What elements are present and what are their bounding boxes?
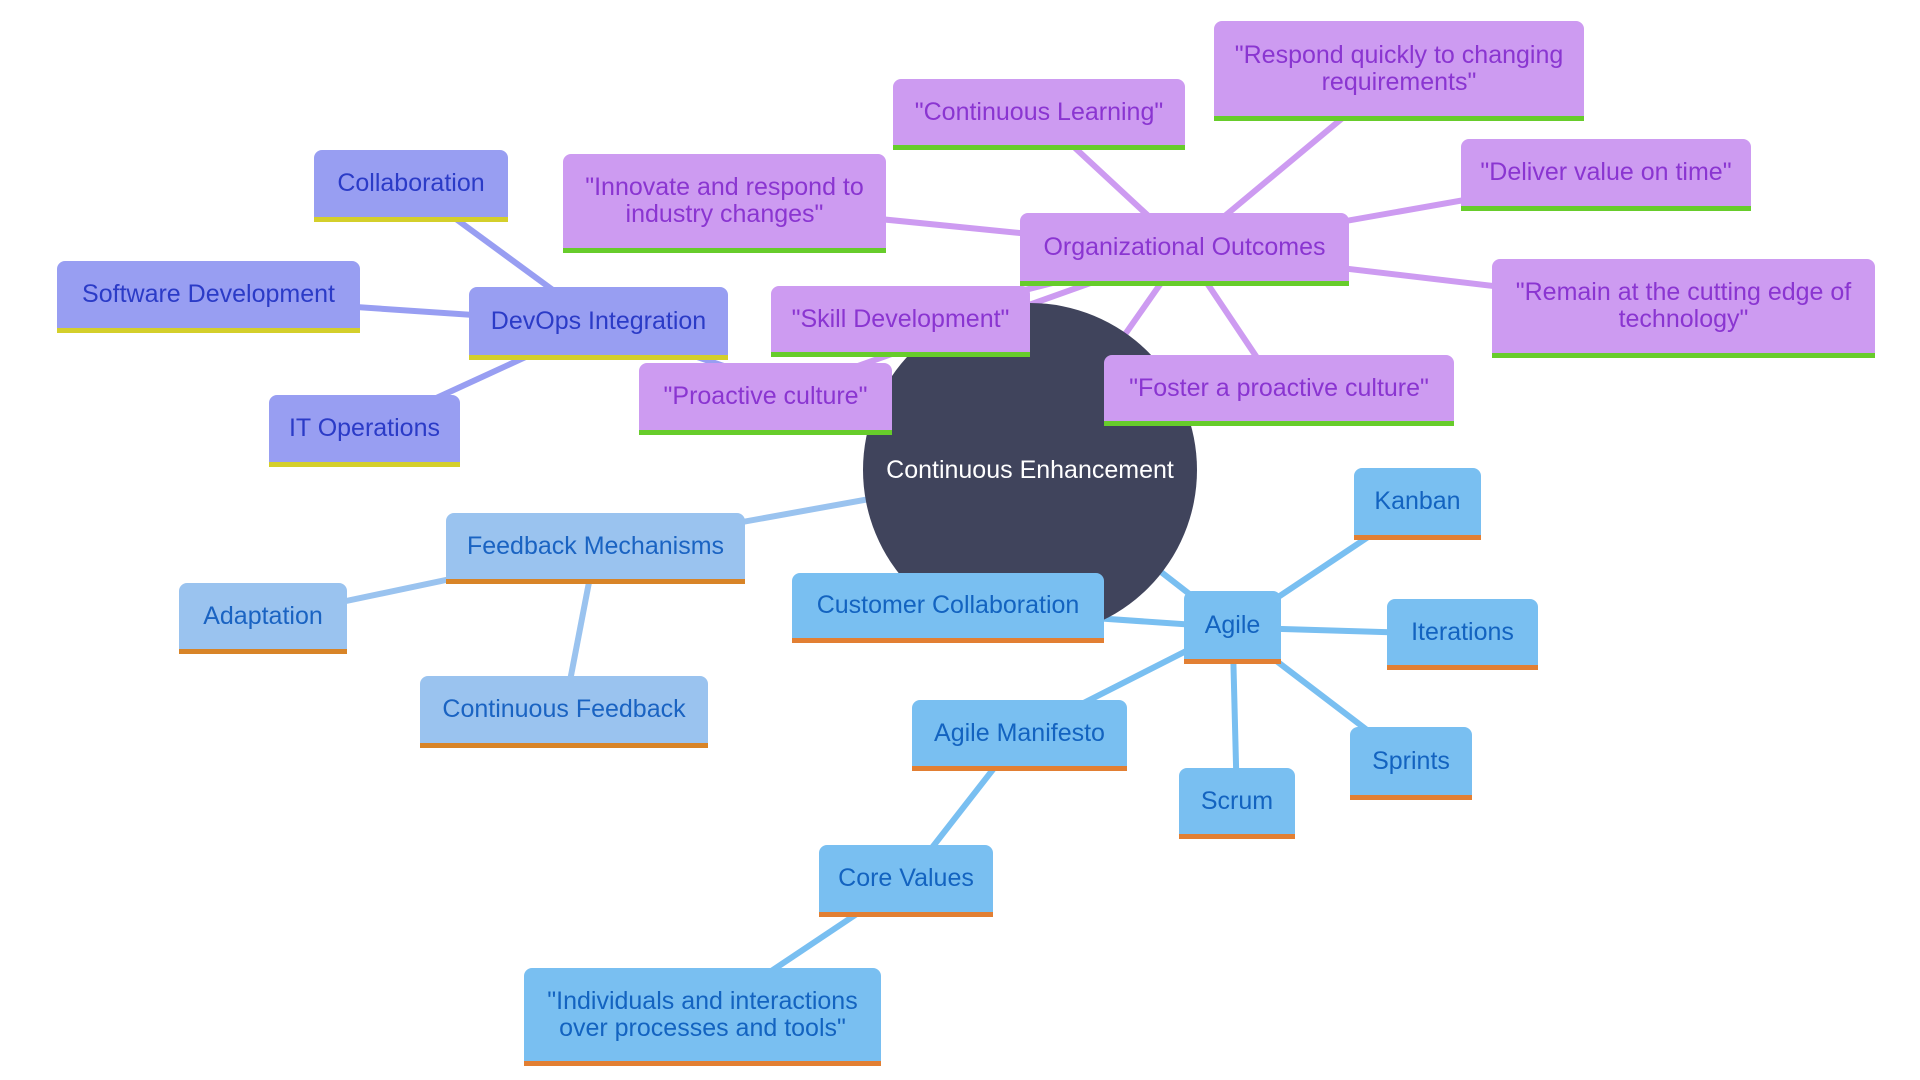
node-label: Software Development (82, 280, 335, 308)
node-label: "Deliver value on time" (1480, 158, 1732, 186)
node-label: "Foster a proactive culture" (1129, 373, 1429, 402)
node-label: Continuous Feedback (442, 695, 686, 723)
node-skill-development[interactable]: "Skill Development" (771, 286, 1030, 357)
node-label: Organizational Outcomes (1043, 232, 1326, 261)
node-agile-manifesto[interactable]: Agile Manifesto (912, 700, 1127, 771)
node-collaboration[interactable]: Collaboration (314, 150, 508, 222)
node-label: "Skill Development" (791, 304, 1010, 333)
node-innovate[interactable]: "Innovate and respond to industry change… (563, 154, 886, 253)
node-adaptation[interactable]: Adaptation (179, 583, 347, 654)
node-label: "Innovate and respond to industry change… (585, 173, 864, 228)
node-it-operations[interactable]: IT Operations (269, 395, 460, 467)
node-proactive-culture[interactable]: "Proactive culture" (639, 363, 892, 435)
node-deliver-value[interactable]: "Deliver value on time" (1461, 139, 1751, 211)
node-label: DevOps Integration (490, 306, 707, 335)
node-scrum[interactable]: Scrum (1179, 768, 1295, 839)
node-label: Customer Collaboration (816, 591, 1080, 619)
node-respond-quickly[interactable]: "Respond quickly to changing requirement… (1214, 21, 1584, 121)
node-label: Collaboration (337, 169, 485, 197)
node-label: "Continuous Learning" (914, 97, 1164, 126)
node-label: Adaptation (203, 601, 323, 630)
node-feedback-mechanisms[interactable]: Feedback Mechanisms (446, 513, 745, 584)
node-label: Agile Manifesto (934, 718, 1105, 747)
node-customer-collaboration[interactable]: Customer Collaboration (792, 573, 1104, 643)
node-label: Core Values (838, 864, 974, 892)
node-individuals-interactions[interactable]: "Individuals and interactions over proce… (524, 968, 881, 1066)
node-label: "Remain at the cutting edge of technolog… (1515, 278, 1852, 333)
node-label: Agile (1204, 610, 1261, 639)
node-software-development[interactable]: Software Development (57, 261, 360, 333)
node-label: IT Operations (288, 414, 440, 442)
node-organizational-outcomes[interactable]: Organizational Outcomes (1020, 213, 1349, 286)
node-label: Iterations (1411, 617, 1514, 646)
node-continuous-feedback[interactable]: Continuous Feedback (420, 676, 708, 748)
node-continuous-learning[interactable]: "Continuous Learning" (893, 79, 1185, 150)
node-label: "Proactive culture" (663, 382, 868, 410)
root-label: Continuous Enhancement (886, 455, 1174, 484)
node-label: Sprints (1372, 746, 1450, 775)
node-core-values[interactable]: Core Values (819, 845, 993, 917)
node-sprints[interactable]: Sprints (1350, 727, 1472, 800)
node-agile[interactable]: Agile (1184, 591, 1281, 664)
node-label: Kanban (1374, 487, 1461, 515)
node-kanban[interactable]: Kanban (1354, 468, 1481, 540)
node-devops-integration[interactable]: DevOps Integration (469, 287, 728, 360)
node-label: Feedback Mechanisms (466, 531, 725, 560)
node-label: Scrum (1200, 786, 1274, 815)
node-label: "Individuals and interactions over proce… (547, 986, 858, 1042)
node-foster-proactive-culture[interactable]: "Foster a proactive culture" (1104, 355, 1454, 426)
node-remain-cutting-edge[interactable]: "Remain at the cutting edge of technolog… (1492, 259, 1875, 358)
node-label: "Respond quickly to changing requirement… (1234, 40, 1564, 96)
node-iterations[interactable]: Iterations (1387, 599, 1538, 670)
